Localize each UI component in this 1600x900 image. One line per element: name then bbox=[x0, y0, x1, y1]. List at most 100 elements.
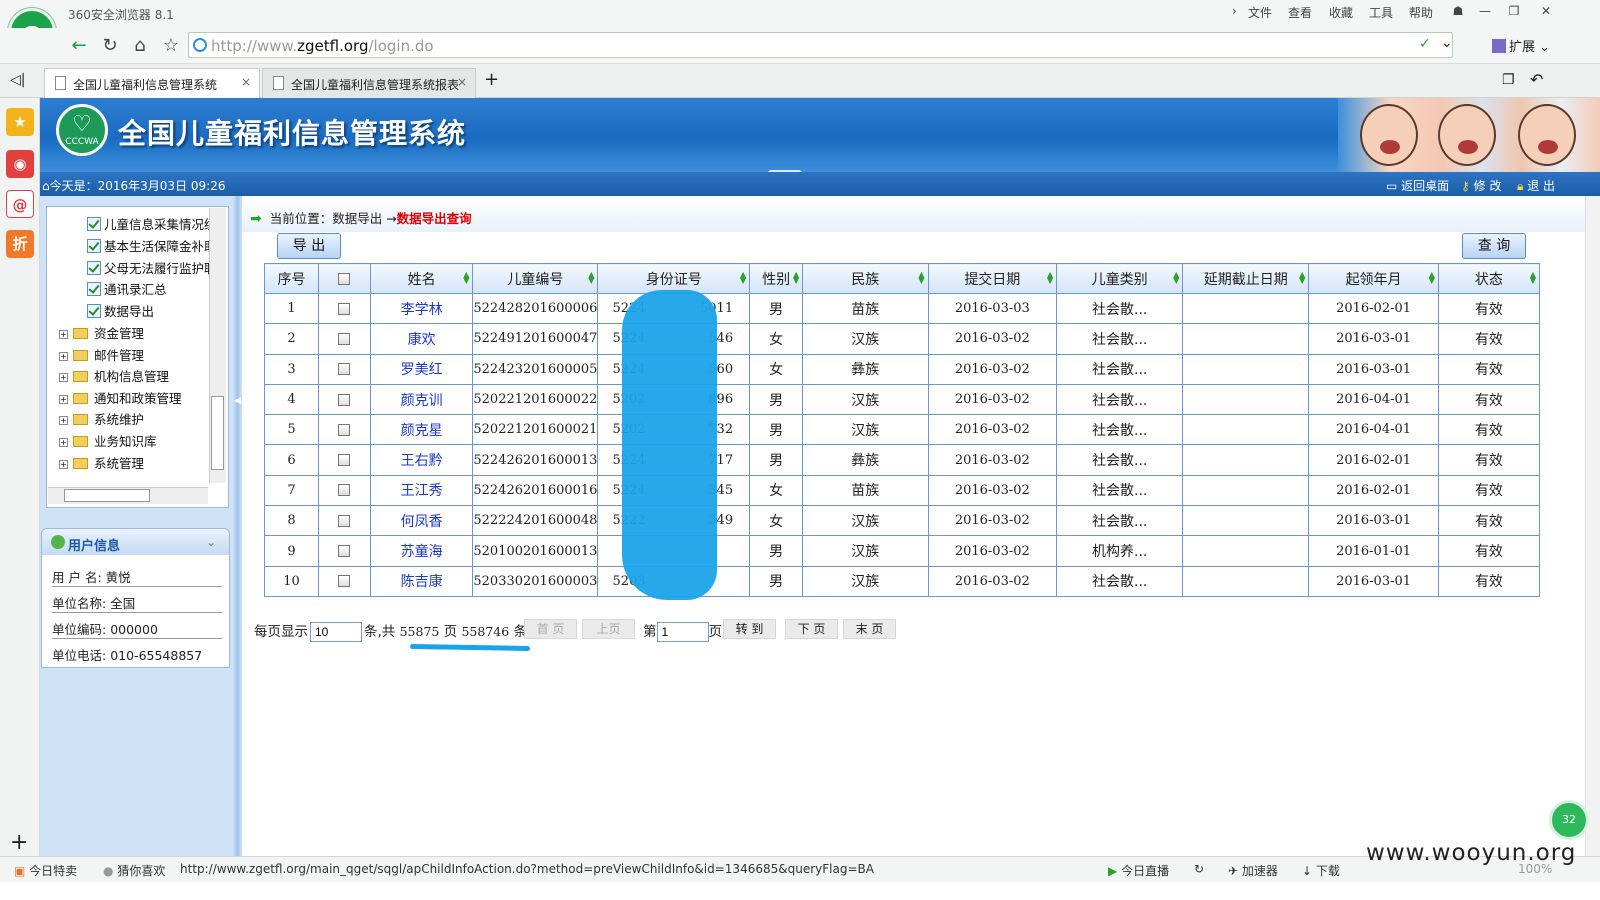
weibo-icon[interactable]: ◉ bbox=[6, 150, 34, 178]
return-desktop-link[interactable]: ▭ 返回桌面 bbox=[1386, 177, 1449, 194]
tree-horizontal-scrollbar[interactable] bbox=[48, 487, 208, 504]
row-checkbox[interactable] bbox=[338, 514, 351, 527]
menu-favorites[interactable]: 收藏 bbox=[1329, 4, 1353, 21]
table-row[interactable]: 4颜克训5202212016000225202896男汉族2016-03-02社… bbox=[263, 383, 1541, 416]
speed-ball-badge[interactable]: 32 bbox=[1549, 800, 1589, 840]
table-row[interactable]: 8何凤香5222242016000485222549女汉族2016-03-02社… bbox=[263, 505, 1541, 537]
col-header-idno[interactable]: 身份证号 ▲ ▼ bbox=[597, 263, 751, 294]
cell-select[interactable] bbox=[318, 444, 371, 476]
refresh-icon[interactable]: ↻ bbox=[97, 33, 123, 59]
row-checkbox[interactable] bbox=[338, 363, 351, 376]
url-field[interactable]: http://www.zgetfl.org/login.do ✓ ⌄ bbox=[188, 32, 1453, 58]
table-row[interactable]: 3罗美红5224232016000055224560女彝族2016-03-02社… bbox=[263, 353, 1541, 385]
table-row[interactable]: 1李学林52242820160000652245011男苗族2016-03-03… bbox=[263, 292, 1541, 325]
table-row[interactable]: 7王江秀5224262016000165224345女苗族2016-03-02社… bbox=[263, 474, 1541, 507]
row-checkbox[interactable] bbox=[338, 454, 351, 467]
last-page-button[interactable]: 末 页 bbox=[843, 619, 896, 639]
guess-like-link[interactable]: ● 猜你喜欢 bbox=[103, 862, 165, 879]
tree-folder-system[interactable]: + 系统管理 bbox=[59, 453, 144, 472]
maximize-icon[interactable]: ❐ bbox=[1503, 2, 1525, 20]
cell-name[interactable]: 颜克星 bbox=[369, 414, 474, 446]
expand-icon[interactable]: + bbox=[59, 416, 68, 425]
cell-name[interactable]: 颜克训 bbox=[369, 383, 474, 416]
sidebar-toggle-icon[interactable]: ◁| bbox=[10, 72, 25, 88]
sort-icon[interactable]: ▲ ▼ bbox=[1173, 271, 1179, 285]
close-window-icon[interactable]: ✕ bbox=[1535, 2, 1557, 20]
extension-button[interactable]: 扩展 ⌄ bbox=[1492, 36, 1550, 55]
collapse-left-icon[interactable]: ◀ bbox=[234, 396, 241, 406]
row-checkbox[interactable] bbox=[338, 332, 351, 345]
col-header-start[interactable]: 起领年月 ▲ ▼ bbox=[1308, 263, 1439, 294]
expand-icon[interactable]: + bbox=[59, 395, 68, 404]
dropdown-chevron-icon[interactable]: ⌄ bbox=[1441, 35, 1453, 51]
tree-folder-policy[interactable]: + 通知和政策管理 bbox=[59, 388, 182, 407]
download-link[interactable]: ↓ 下载 bbox=[1302, 862, 1340, 879]
row-checkbox[interactable] bbox=[338, 393, 351, 406]
cell-select[interactable] bbox=[318, 292, 371, 325]
cell-name[interactable]: 苏童海 bbox=[369, 535, 474, 567]
sort-icon[interactable]: ▲ ▼ bbox=[1530, 271, 1536, 285]
cell-select[interactable] bbox=[318, 353, 371, 385]
table-row[interactable]: 5颜克星5202212016000215202732男汉族2016-03-02社… bbox=[263, 414, 1541, 446]
goto-button[interactable]: 转 到 bbox=[723, 619, 776, 639]
tree-vertical-scrollbar[interactable] bbox=[209, 208, 226, 483]
cell-select[interactable] bbox=[318, 535, 371, 567]
favorites-star-icon[interactable]: ★ bbox=[6, 108, 34, 136]
page-scrollbar[interactable] bbox=[1585, 196, 1600, 856]
col-header-sex[interactable]: 性别 ▲ ▼ bbox=[749, 263, 804, 294]
table-row[interactable]: 6王右黔5224262016000135224717男彝族2016-03-02社… bbox=[263, 444, 1541, 476]
table-row[interactable]: 10 陈吉康 520330201600003 5203 男汉族 2016-03-02 社会散… bbox=[263, 565, 1541, 597]
menu-tools[interactable]: 工具 bbox=[1369, 4, 1393, 21]
tab-main[interactable]: 全国儿童福利信息管理系统 × bbox=[44, 68, 260, 99]
select-all-checkbox[interactable] bbox=[338, 272, 351, 285]
skin-icon[interactable]: ☗ bbox=[1447, 2, 1469, 20]
home-icon[interactable]: ⌂ bbox=[127, 33, 153, 59]
scroll-thumb[interactable] bbox=[211, 396, 224, 470]
col-header-extend[interactable]: 延期截止日期 ▲ ▼ bbox=[1182, 263, 1310, 294]
row-checkbox[interactable] bbox=[338, 423, 351, 436]
query-button[interactable]: 查 询 bbox=[1462, 233, 1526, 259]
tree-item-collection-stats[interactable]: 儿童信息采集情况统 bbox=[87, 214, 217, 233]
logout-link[interactable]: 🔒︎ 退 出 bbox=[1517, 177, 1555, 194]
back-icon[interactable]: ← bbox=[66, 33, 92, 59]
expand-icon[interactable]: + bbox=[59, 330, 68, 339]
next-page-button[interactable]: 下 页 bbox=[785, 619, 838, 639]
col-header-code[interactable]: 儿童编号 ▲ ▼ bbox=[472, 263, 599, 294]
expand-icon[interactable]: + bbox=[59, 438, 68, 447]
today-sale-link[interactable]: ▣ 今日特卖 bbox=[14, 862, 77, 879]
per-page-input[interactable] bbox=[310, 622, 362, 642]
sort-icon[interactable]: ▲ ▼ bbox=[740, 271, 746, 285]
cell-select[interactable] bbox=[318, 505, 371, 537]
refresh-status-icon[interactable]: ↻ bbox=[1194, 862, 1204, 876]
sort-icon[interactable]: ▲ ▼ bbox=[918, 271, 924, 285]
menu-help[interactable]: 帮助 bbox=[1409, 4, 1433, 21]
close-tab-icon[interactable]: × bbox=[457, 75, 467, 89]
star-icon[interactable]: ☆ bbox=[158, 33, 184, 59]
collapse-chevron-icon[interactable]: ⌄ bbox=[206, 535, 216, 549]
col-header-ethnic[interactable]: 民族 ▲ ▼ bbox=[802, 263, 929, 294]
add-sidebar-icon[interactable]: + bbox=[10, 830, 28, 855]
cell-select[interactable] bbox=[318, 383, 371, 416]
table-row[interactable]: 9 苏童海 520100201600013 男汉族 2016-03-02 机构养... 20… bbox=[263, 535, 1541, 567]
cell-name[interactable]: 王右黔 bbox=[369, 444, 474, 476]
sort-icon[interactable]: ▲ ▼ bbox=[463, 271, 469, 285]
row-checkbox[interactable] bbox=[338, 575, 351, 588]
sort-icon[interactable]: ▲ ▼ bbox=[1047, 271, 1053, 285]
expand-icon[interactable]: + bbox=[59, 373, 68, 382]
tree-item-guardian[interactable]: 父母无法履行监护职 bbox=[87, 258, 217, 277]
new-tab-icon[interactable]: + bbox=[484, 69, 499, 90]
tree-item-data-export[interactable]: 数据导出 bbox=[87, 301, 154, 320]
cell-name[interactable]: 何凤香 bbox=[369, 505, 474, 537]
sort-icon[interactable]: ▲ ▼ bbox=[588, 271, 594, 285]
col-header-status[interactable]: 状态 ▲ ▼ bbox=[1437, 263, 1541, 294]
tree-item-address-book[interactable]: 通讯录汇总 bbox=[87, 279, 167, 298]
minimize-icon[interactable]: — bbox=[1474, 2, 1496, 20]
tree-folder-institution[interactable]: + 机构信息管理 bbox=[59, 366, 169, 385]
menu-file[interactable]: 文件 bbox=[1248, 4, 1272, 21]
cell-select[interactable] bbox=[318, 323, 371, 355]
tab-report[interactable]: 全国儿童福利信息管理系统报表 × bbox=[262, 68, 476, 98]
cell-select[interactable] bbox=[318, 414, 371, 446]
sort-icon[interactable]: ▲ ▼ bbox=[793, 271, 799, 285]
col-header-select[interactable] bbox=[318, 263, 371, 294]
col-header-name[interactable]: 姓名 ▲ ▼ bbox=[369, 263, 474, 294]
